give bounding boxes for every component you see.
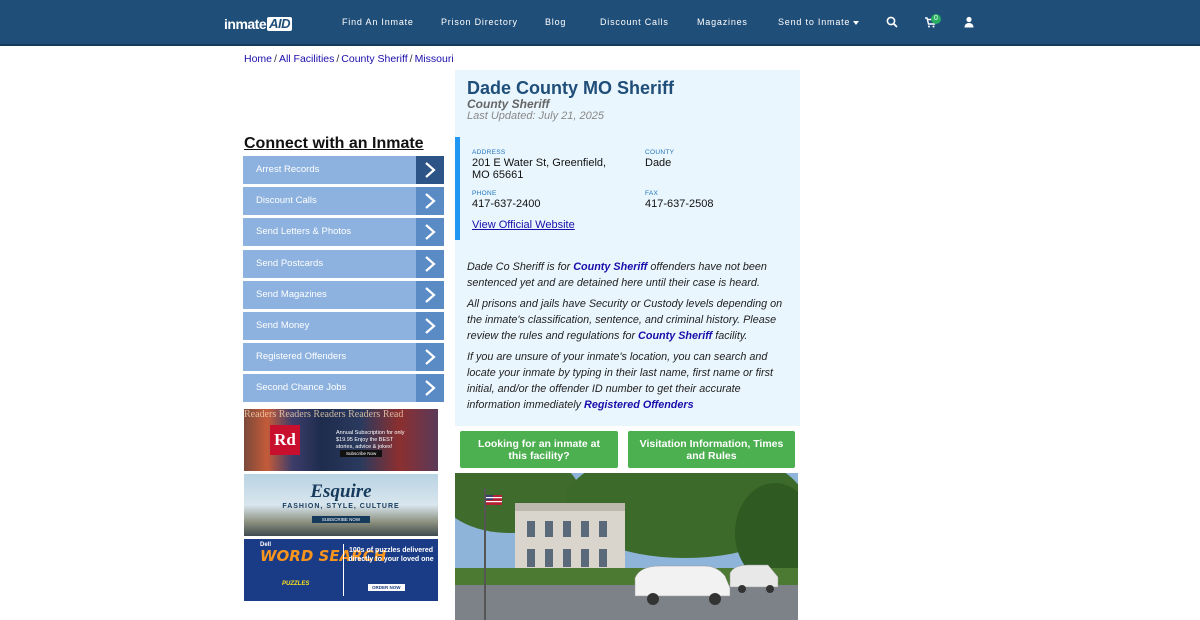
breadcrumb-separator: / (274, 53, 277, 65)
cart-count-badge: 0 (931, 14, 941, 24)
phone-value[interactable]: 417-637-2400 (472, 198, 541, 210)
last-updated: Last Updated: July 21, 2025 (467, 110, 604, 122)
chevron-right-icon (416, 374, 444, 403)
sidebar-item-label: Send Letters & Photos (256, 226, 352, 238)
sidebar-title: Connect with an Inmate (244, 135, 424, 152)
chevron-right-icon (416, 311, 444, 340)
chevron-right-icon (416, 218, 444, 247)
nav-prison-directory[interactable]: Prison Directory (441, 17, 518, 27)
breadcrumb-separator: / (409, 53, 413, 65)
chevron-right-icon (416, 343, 444, 372)
address-label: ADDRESS (472, 149, 506, 156)
nav-send-to-inmate-label: Send to Inmate (778, 17, 851, 27)
sidebar-item-arrest-records[interactable]: Arrest Records (243, 156, 444, 184)
nav-send-to-inmate[interactable]: Send to Inmate (778, 17, 860, 27)
sidebar-item-label: Second Chance Jobs (256, 382, 347, 394)
caret-down-icon (853, 20, 860, 25)
description-paragraph-3: If you are unsure of your inmate's locat… (467, 349, 792, 413)
visitation-info-button[interactable]: Visitation Information, Times and Rules (628, 431, 795, 468)
sidebar-item-discount-calls[interactable]: Discount Calls (243, 187, 444, 216)
readers-digest-ad[interactable]: Readers Readers Readers Readers Read Rd … (244, 409, 438, 471)
chevron-right-icon (416, 156, 444, 184)
breadcrumb-county-sheriff[interactable]: County Sheriff (341, 53, 407, 65)
chevron-right-icon (416, 249, 444, 278)
esquire-logo: Esquire (310, 481, 372, 502)
magazine-covers-decoration: Readers Readers Readers Readers Read (244, 409, 404, 420)
facility-type: County Sheriff (467, 97, 550, 111)
official-website-link[interactable]: View Official Website (472, 219, 575, 231)
courthouse-image (455, 473, 798, 620)
logo-accent-text: AID (267, 16, 293, 31)
page-title: Dade County MO Sheriff (467, 78, 675, 98)
top-navbar: inmate AID Find An Inmate Prison Director… (0, 0, 1200, 46)
phone-label: PHONE (472, 190, 497, 197)
description-text: Dade Co Sheriff is for (467, 261, 574, 273)
search-icon[interactable] (885, 15, 899, 29)
sidebar-item-send-magazines[interactable]: Send Magazines (243, 280, 444, 309)
county-sheriff-link[interactable]: County Sheriff (638, 330, 712, 342)
nav-magazines[interactable]: Magazines (697, 17, 748, 27)
nav-blog[interactable]: Blog (545, 17, 566, 27)
description-text: facility. (712, 330, 748, 342)
county-value: Dade (645, 157, 672, 169)
breadcrumb-home[interactable]: Home (244, 53, 272, 65)
county-sheriff-link[interactable]: County Sheriff (573, 261, 647, 273)
esquire-ad[interactable]: Esquire FASHION, STYLE, CULTURE SUBSCRIB… (244, 474, 438, 536)
looking-for-inmate-button[interactable]: Looking for an inmate at this facility? (460, 431, 618, 468)
readers-digest-ad-text: Annual Subscription for only $19.95 Enjo… (336, 430, 405, 450)
breadcrumb: Home / All Facilities / County Sheriff / Misso… (244, 53, 454, 65)
nav-discount-calls[interactable]: Discount Calls (600, 17, 669, 27)
description-paragraph-1: Dade Co Sheriff is for County Sheriff of… (467, 259, 792, 291)
sidebar-item-label: Arrest Records (256, 164, 320, 175)
readers-digest-logo: Rd (270, 425, 300, 455)
logo-main-text: inmate (224, 16, 267, 32)
registered-offenders-link[interactable]: Registered Offenders (584, 399, 694, 411)
readers-digest-subscribe-button[interactable]: Subscribe Now (340, 450, 383, 457)
word-search-ad-text: 100s of puzzles delivered directly to yo… (348, 547, 434, 563)
user-icon[interactable] (962, 15, 976, 29)
county-label: COUNTY (645, 149, 675, 156)
word-search-ad[interactable]: Dell WORD SEARCH PUZZLES 100s of puzzles… (244, 539, 438, 601)
nav-find-an-inmate[interactable]: Find An Inmate (342, 17, 414, 27)
chevron-right-icon (416, 280, 444, 309)
word-search-order-button[interactable]: ORDER NOW (368, 584, 405, 591)
sidebar-item-second-chance-jobs[interactable]: Second Chance Jobs (243, 374, 444, 403)
breadcrumb-missouri[interactable]: Missouri (415, 53, 454, 65)
breadcrumb-all-facilities[interactable]: All Facilities (279, 53, 334, 65)
sidebar-menu: Arrest Records Discount Calls Send Lette… (243, 156, 444, 406)
sidebar-item-label: Send Money (256, 319, 310, 331)
ad-divider (343, 544, 344, 596)
chevron-right-icon (416, 187, 444, 216)
sidebar-item-send-letters-photos[interactable]: Send Letters & Photos (243, 218, 444, 247)
sidebar-item-send-postcards[interactable]: Send Postcards (243, 249, 444, 278)
sidebar-item-send-money[interactable]: Send Money (243, 311, 444, 340)
sidebar-item-label: Send Magazines (256, 288, 327, 300)
word-search-subtitle: PUZZLES (282, 581, 310, 587)
sidebar-item-registered-offenders[interactable]: Registered Offenders (243, 343, 444, 372)
address-line1: 201 E Water St, Greenfield, (472, 157, 607, 169)
fax-value: 417-637-2508 (645, 198, 714, 210)
address-line2: MO 65661 (472, 169, 524, 181)
description-paragraph-2: All prisons and jails have Security or C… (467, 296, 792, 344)
breadcrumb-separator: / (336, 53, 340, 65)
facility-photo (455, 473, 798, 620)
fax-label: FAX (645, 190, 659, 197)
sidebar-item-label: Discount Calls (256, 195, 317, 207)
sidebar-item-label: Send Postcards (256, 257, 324, 269)
site-logo[interactable]: inmate AID (224, 15, 293, 33)
esquire-tagline: FASHION, STYLE, CULTURE (282, 503, 400, 510)
sidebar-item-label: Registered Offenders (256, 351, 347, 363)
esquire-subscribe-button[interactable]: SUBSCRIBE NOW (312, 516, 370, 523)
